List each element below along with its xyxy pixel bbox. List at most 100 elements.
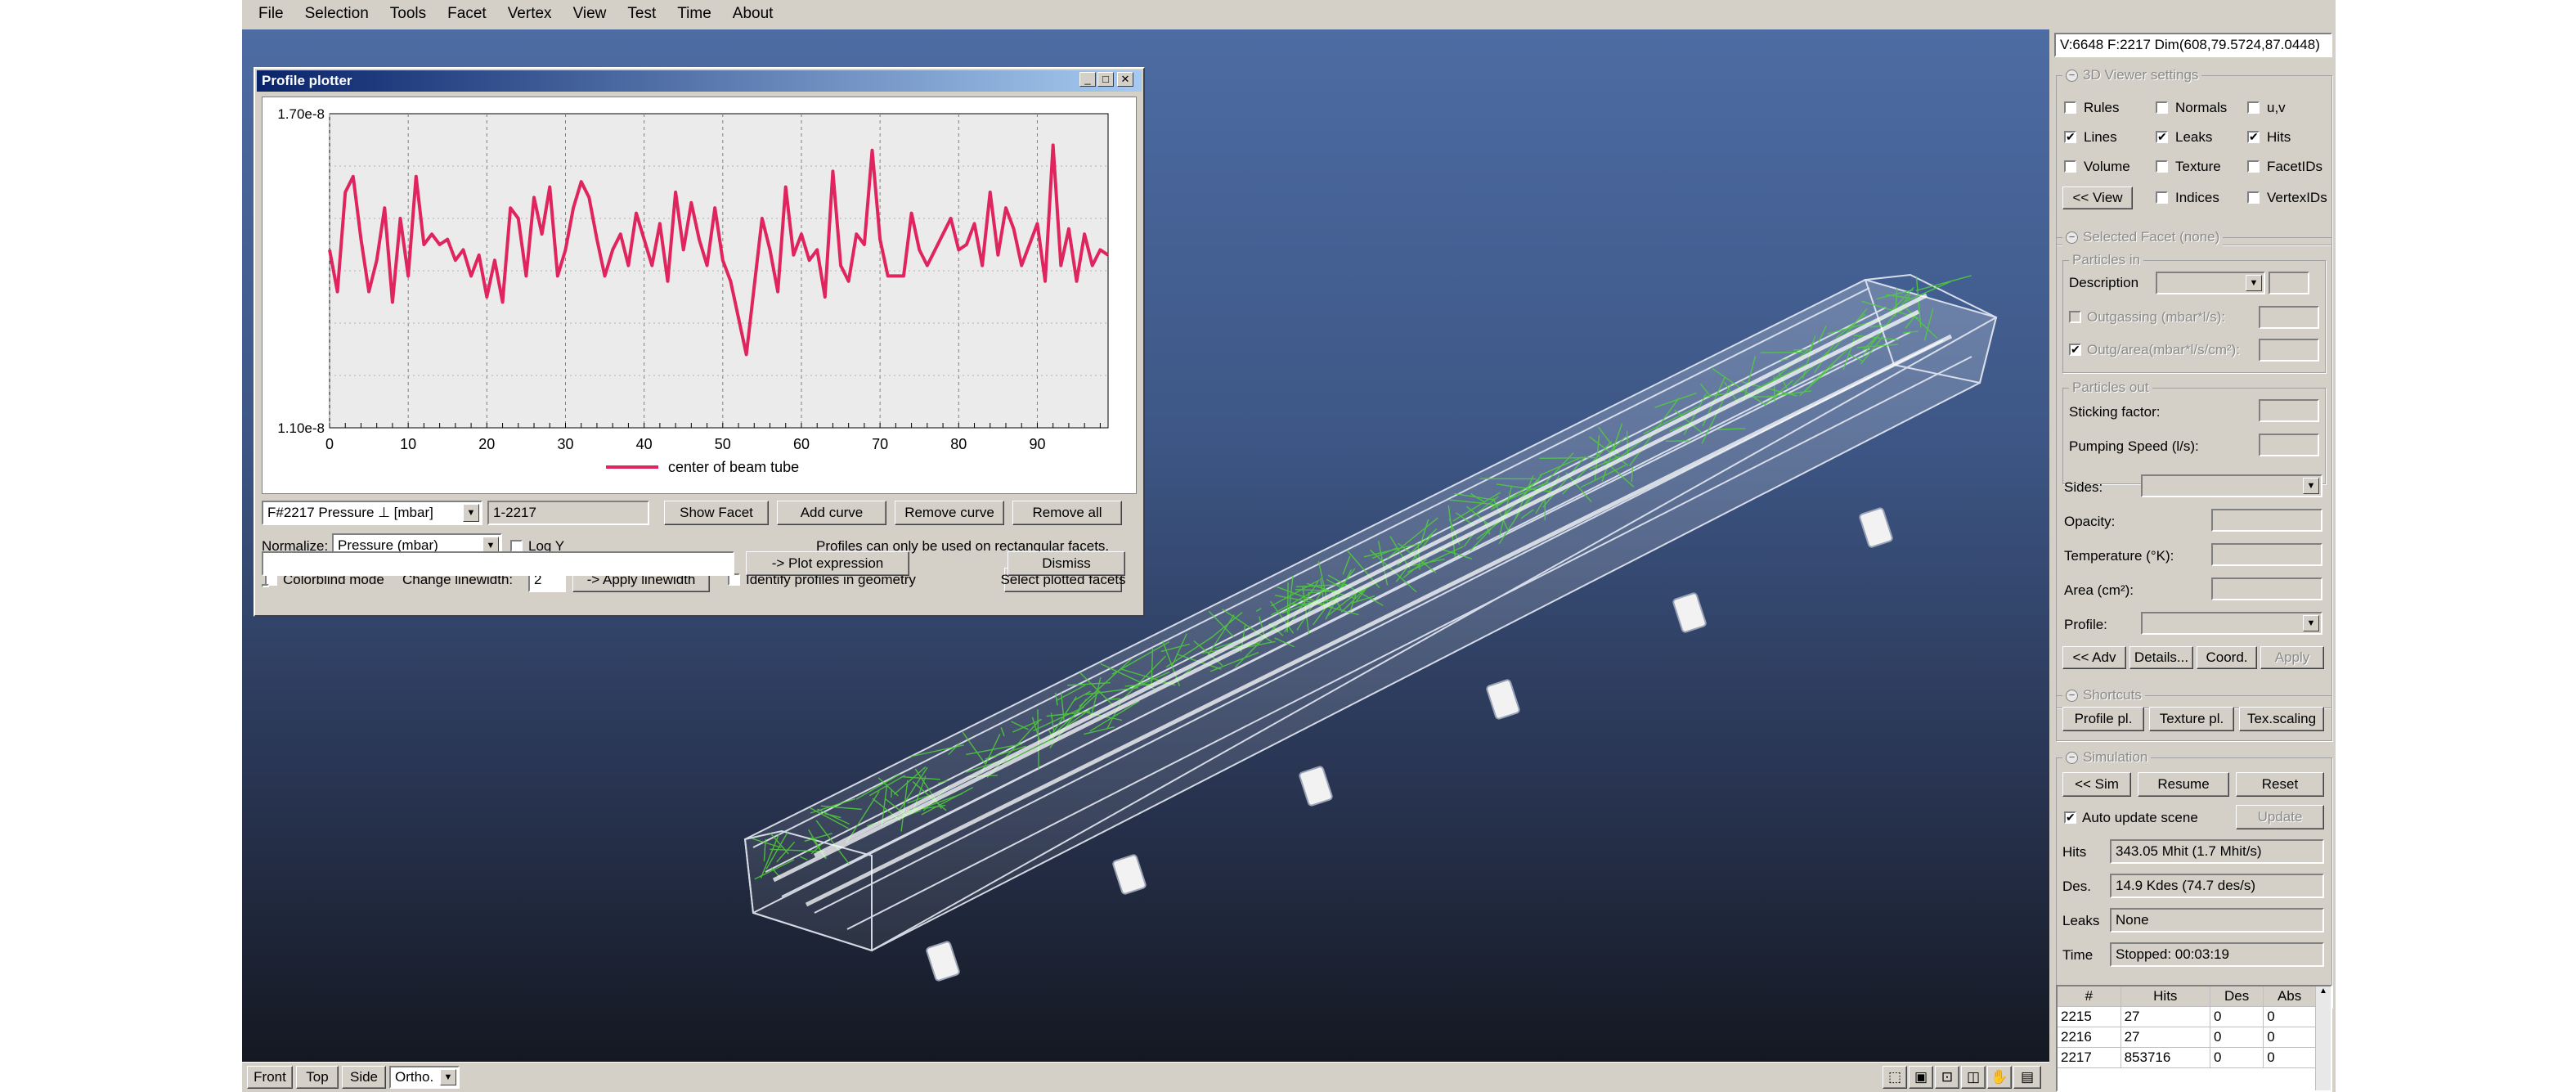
- front-view-button[interactable]: Front: [247, 1066, 293, 1089]
- table-scrollbar[interactable]: ▲: [2315, 986, 2331, 1090]
- coord-button[interactable]: Coord.: [2197, 646, 2257, 669]
- normals-checkbox[interactable]: [2156, 101, 2168, 114]
- auto-update-checkbox[interactable]: ✔: [2064, 811, 2076, 824]
- table-header-1[interactable]: Hits: [2120, 986, 2210, 1007]
- profile-plotter-window[interactable]: Profile plotter _ □ ✕ 0 10 20 30 40 50 60 70 80 9…: [254, 67, 1145, 617]
- table-cell: 27: [2120, 1006, 2210, 1027]
- table-row[interactable]: 2216 27 0 0: [2058, 1027, 2316, 1048]
- sticking-field[interactable]: [2259, 399, 2319, 422]
- profile-select[interactable]: ▼: [2141, 612, 2322, 635]
- remove-all-button[interactable]: Remove all: [1012, 501, 1122, 525]
- collapse-icon[interactable]: −: [2066, 69, 2078, 82]
- description-extra-field[interactable]: [2269, 272, 2309, 294]
- select-vertex-icon[interactable]: ⊡: [1935, 1066, 1959, 1089]
- pumping-field[interactable]: [2259, 434, 2319, 456]
- chevron-down-icon[interactable]: ▼: [440, 1069, 456, 1085]
- table-row[interactable]: 2215 27 0 0: [2058, 1006, 2316, 1027]
- screenshot-icon[interactable]: ▤: [2013, 1066, 2041, 1089]
- minimize-icon[interactable]: _: [1079, 72, 1096, 87]
- resume-button[interactable]: Resume: [2138, 772, 2229, 797]
- hand-pan-icon[interactable]: ✋: [1987, 1066, 2012, 1089]
- add-curve-button[interactable]: Add curve: [777, 501, 886, 525]
- texture-plotter-shortcut-button[interactable]: Texture pl.: [2149, 707, 2234, 731]
- collapse-icon[interactable]: −: [2066, 751, 2078, 764]
- plotter-titlebar[interactable]: Profile plotter: [257, 70, 1142, 92]
- y-tick-label: 1.70e-8: [277, 106, 325, 122]
- chevron-down-icon[interactable]: ▼: [463, 504, 479, 522]
- time-value: Stopped: 00:03:19: [2116, 946, 2229, 962]
- details-button[interactable]: Details...: [2129, 646, 2193, 669]
- reset-button[interactable]: Reset: [2236, 772, 2324, 797]
- chevron-down-icon[interactable]: ▼: [2303, 478, 2319, 494]
- collapse-icon[interactable]: −: [2066, 689, 2078, 702]
- simulation-title[interactable]: − Simulation: [2062, 748, 2152, 766]
- dismiss-button[interactable]: Dismiss: [1008, 551, 1125, 576]
- outg-area-checkbox[interactable]: ✔: [2069, 344, 2081, 356]
- projection-select[interactable]: Ortho. ▼: [389, 1066, 460, 1089]
- leaks-checkbox[interactable]: ✔: [2156, 131, 2168, 143]
- menu-item-test[interactable]: Test: [622, 5, 661, 23]
- indices-label: Indices: [2175, 190, 2219, 205]
- uv-checkbox[interactable]: [2247, 101, 2260, 114]
- top-view-button[interactable]: Top: [296, 1066, 339, 1089]
- menu-item-tools[interactable]: Tools: [385, 5, 431, 23]
- shortcuts-title[interactable]: − Shortcuts: [2062, 686, 2145, 704]
- table-row[interactable]: 2217 853716 0 0: [2058, 1047, 2316, 1068]
- rules-checkbox[interactable]: [2064, 101, 2076, 114]
- outgassing-checkbox[interactable]: [2069, 311, 2081, 323]
- table-header-2[interactable]: Des: [2210, 986, 2264, 1007]
- lines-checkbox[interactable]: ✔: [2064, 131, 2076, 143]
- menu-item-vertex[interactable]: Vertex: [503, 5, 557, 23]
- close-icon[interactable]: ✕: [1117, 72, 1133, 87]
- chevron-down-icon[interactable]: ▼: [2303, 615, 2319, 631]
- maximize-icon[interactable]: □: [1097, 72, 1114, 87]
- outg-area-field[interactable]: [2259, 339, 2319, 362]
- sides-select[interactable]: ▼: [2141, 474, 2322, 497]
- chevron-down-icon[interactable]: ▼: [2246, 275, 2262, 291]
- texture-checkbox[interactable]: [2156, 160, 2168, 173]
- menu-item-view[interactable]: View: [568, 5, 612, 23]
- show-facet-button[interactable]: Show Facet: [664, 501, 769, 525]
- hits-checkbox[interactable]: ✔: [2247, 131, 2260, 143]
- viewer-settings-title[interactable]: − 3D Viewer settings: [2062, 66, 2202, 84]
- indices-checkbox[interactable]: [2156, 191, 2168, 204]
- adv-button[interactable]: << Adv: [2062, 646, 2126, 669]
- description-select[interactable]: ▼: [2156, 272, 2265, 294]
- side-view-button[interactable]: Side: [342, 1066, 386, 1089]
- temperature-field[interactable]: [2211, 543, 2322, 566]
- facet-ids-checkbox[interactable]: [2247, 160, 2260, 173]
- outgassing-field[interactable]: [2259, 306, 2319, 329]
- facet-hits-table-container[interactable]: # Hits Des Abs 2215 27 0 0 2216 27 0 0 2217 853716 0 0…: [2056, 985, 2332, 1092]
- volume-checkbox[interactable]: [2064, 160, 2076, 173]
- vertex-ids-checkbox[interactable]: [2247, 191, 2260, 204]
- remove-curve-button[interactable]: Remove curve: [895, 501, 1004, 525]
- table-header-0[interactable]: #: [2058, 986, 2121, 1007]
- 3d-viewport[interactable]: Profile plotter _ □ ✕ 0 10 20 30 40 50 60 70 80 9…: [242, 29, 2049, 1062]
- menu-item-time[interactable]: Time: [672, 5, 716, 23]
- profile-select[interactable]: F#2217 Pressure ⊥ [mbar] ▼: [262, 501, 482, 525]
- select-box-icon[interactable]: ⬚: [1883, 1066, 1907, 1089]
- view-button[interactable]: << View: [2062, 186, 2133, 209]
- expression-input[interactable]: [262, 551, 734, 576]
- plot-expression-button[interactable]: -> Plot expression: [746, 551, 909, 576]
- log-y-checkbox[interactable]: [510, 540, 523, 552]
- normals-label: Normals: [2175, 100, 2228, 115]
- facet-range-field[interactable]: 1-2217: [487, 501, 649, 525]
- selected-facet-title[interactable]: − Selected Facet (none): [2062, 228, 2224, 246]
- menu-item-facet[interactable]: Facet: [442, 5, 491, 23]
- table-header-3[interactable]: Abs: [2263, 986, 2316, 1007]
- update-button[interactable]: Update: [2236, 805, 2324, 829]
- menu-item-file[interactable]: File: [254, 5, 289, 23]
- select-facet-icon[interactable]: ▣: [1909, 1066, 1933, 1089]
- apply-button[interactable]: Apply: [2260, 646, 2324, 669]
- texture-scaling-shortcut-button[interactable]: Tex.scaling: [2239, 707, 2324, 731]
- opacity-field[interactable]: [2211, 509, 2322, 532]
- sim-button[interactable]: << Sim: [2062, 772, 2131, 797]
- zoom-icon[interactable]: ◫: [1961, 1066, 1986, 1089]
- collapse-icon[interactable]: −: [2066, 231, 2078, 244]
- area-field[interactable]: [2211, 577, 2322, 600]
- menu-item-selection[interactable]: Selection: [300, 5, 374, 23]
- profile-plotter-shortcut-button[interactable]: Profile pl.: [2062, 707, 2144, 731]
- menu-item-about[interactable]: About: [728, 5, 779, 23]
- scroll-up-icon[interactable]: ▲: [2316, 986, 2331, 995]
